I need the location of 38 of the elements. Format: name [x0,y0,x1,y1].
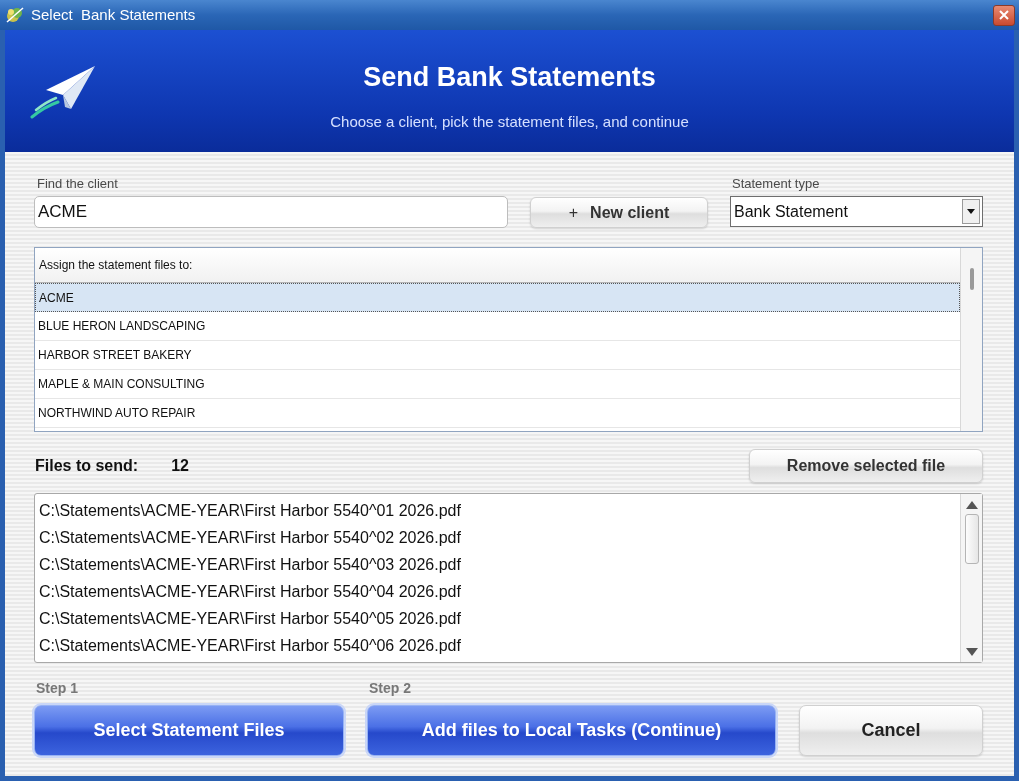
client-row[interactable]: NORTHWIND AUTO REPAIR [35,399,960,428]
scroll-down-icon[interactable] [965,648,978,656]
field-label: Find the client [36,176,118,192]
close-icon [999,10,1009,20]
action-button[interactable]: Cancel [799,705,983,756]
action-button[interactable]: Add files to Local Tasks (Continue) [367,705,776,756]
step-label: Step 2 [368,680,411,697]
remove-file-button[interactable]: Remove selected file [749,449,983,483]
scrollbar[interactable] [960,494,982,662]
header-subtitle: Choose a client, pick the statement files, and continue [330,113,689,131]
client-row[interactable]: HARBOR STREET BAKERY [35,341,960,370]
scroll-up-icon[interactable] [965,501,978,509]
app-icon [5,6,25,24]
files-label: Files to send: [34,456,139,476]
file-row[interactable]: C:\Statements\ACME-YEAR\First Harbor 5540^01 2026.pdf [39,497,960,524]
file-row[interactable]: C:\Statements\ACME-YEAR\First Harbor 5540^05 2026.pdf [39,605,960,632]
close-button[interactable] [993,4,1015,26]
client-row[interactable]: MAPLE & MAIN CONSULTING [35,370,960,399]
file-row[interactable]: C:\Statements\ACME-YEAR\First Harbor 5540^04 2026.pdf [39,578,960,605]
action-button[interactable]: Select Statement Files [34,705,344,756]
file-row[interactable]: C:\Statements\ACME-YEAR\First Harbor 5540^02 2026.pdf [39,524,960,551]
step-label: Step 1 [35,680,78,697]
client-search-field[interactable]: ACME [34,196,508,228]
scrollbar-thumb[interactable] [969,268,974,290]
header-title: Send Bank Statements [363,61,656,94]
statement-type-dropdown[interactable]: Bank Statement [730,196,983,227]
file-row[interactable]: C:\Statements\ACME-YEAR\First Harbor 5540^03 2026.pdf [39,551,960,578]
new-client-button[interactable]: + New client [530,197,708,228]
file-row[interactable]: C:\Statements\ACME-YEAR\First Harbor 5540^06 2026.pdf [39,632,960,659]
client-row[interactable]: ACME [35,283,960,312]
files-count: 12 [171,456,189,476]
window-title: Select Bank Statements [31,6,196,24]
scrollbar-thumb[interactable] [964,514,979,564]
client-row[interactable]: BLUE HERON LANDSCAPING [35,312,960,341]
field-label: Statement type [731,176,820,192]
paper-plane-icon [30,65,96,119]
scrollbar[interactable] [960,248,982,431]
caret-down-icon[interactable] [962,199,980,224]
